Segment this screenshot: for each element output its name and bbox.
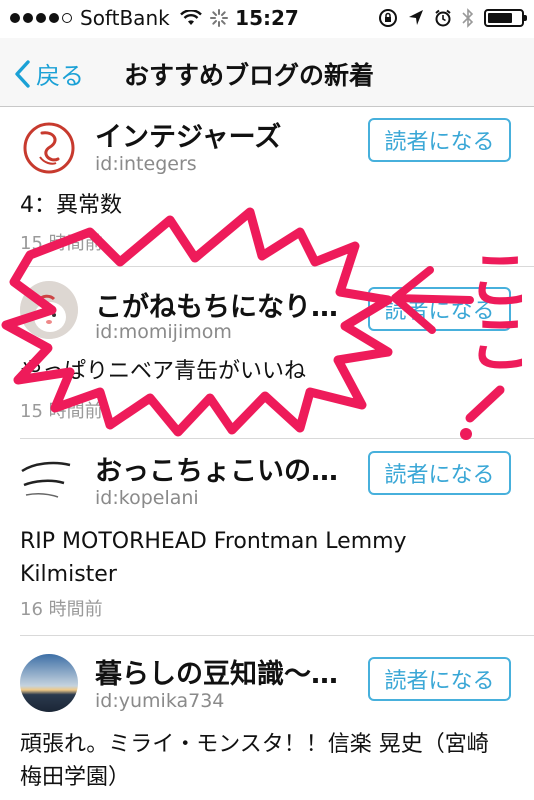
subscribe-button[interactable]: 読者になる xyxy=(368,657,511,701)
rotation-lock-icon xyxy=(379,9,397,27)
avatar xyxy=(20,281,78,339)
post-title[interactable]: RIP MOTORHEAD Frontman Lemmy Kilmister xyxy=(20,525,460,591)
blog-id: id:momijimom xyxy=(95,321,232,343)
status-bar: SoftBank 15:27 xyxy=(0,0,534,38)
navigation-bar: 戻る おすすめブログの新着 xyxy=(0,38,534,107)
back-label: 戻る xyxy=(36,62,84,90)
signal-icon xyxy=(10,13,72,23)
post-title[interactable]: 頑張れ。ミライ・モンスタ！！信楽 晃史（宮崎梅田学園） xyxy=(20,728,500,794)
annotation-text: ここ xyxy=(457,246,531,374)
blog-name: おっこちょこいの… xyxy=(95,456,338,487)
blog-id: id:integers xyxy=(95,153,197,175)
carrier-name: SoftBank xyxy=(80,6,170,30)
location-icon xyxy=(409,10,423,25)
post-time: 15 時間前 xyxy=(20,401,103,422)
avatar xyxy=(20,654,78,712)
blog-id: id:kopelani xyxy=(95,487,199,509)
avatar xyxy=(20,119,78,177)
blog-name: インテジャーズ xyxy=(95,122,282,153)
back-button[interactable]: 戻る xyxy=(14,56,84,91)
status-right xyxy=(378,8,527,28)
activity-spinner-icon xyxy=(209,9,228,27)
post-title[interactable]: やっぱりニベア青缶がいいね xyxy=(20,355,520,388)
blog-id: id:yumika734 xyxy=(95,690,225,712)
page-title: おすすめブログの新着 xyxy=(124,61,375,90)
post-title[interactable]: 4：異常数 xyxy=(20,189,520,222)
alarm-icon xyxy=(435,9,451,27)
battery-icon xyxy=(484,9,527,27)
avatar xyxy=(20,449,78,507)
blog-name: こがねもちになり… xyxy=(95,292,338,323)
list-item[interactable]: おっこちょこいの… id:kopelani 読者になる RIP MOTORHEA… xyxy=(0,439,534,635)
status-left: SoftBank xyxy=(10,6,228,30)
post-time: 16 時間前 xyxy=(20,599,103,620)
list-item[interactable]: 暮らしの豆知識～… id:yumika734 読者になる 頑張れ。ミライ・モンス… xyxy=(0,636,534,800)
chevron-left-icon xyxy=(15,59,30,88)
list-item[interactable]: インテジャーズ id:integers 読者になる 4：異常数 15 時間前 xyxy=(0,107,534,267)
wifi-icon xyxy=(179,10,202,25)
blog-name: 暮らしの豆知識～… xyxy=(95,659,338,690)
subscribe-button[interactable]: 読者になる xyxy=(368,451,511,495)
post-time: 15 時間前 xyxy=(20,233,103,254)
bluetooth-icon xyxy=(462,8,474,28)
subscribe-button[interactable]: 読者になる xyxy=(368,118,511,162)
